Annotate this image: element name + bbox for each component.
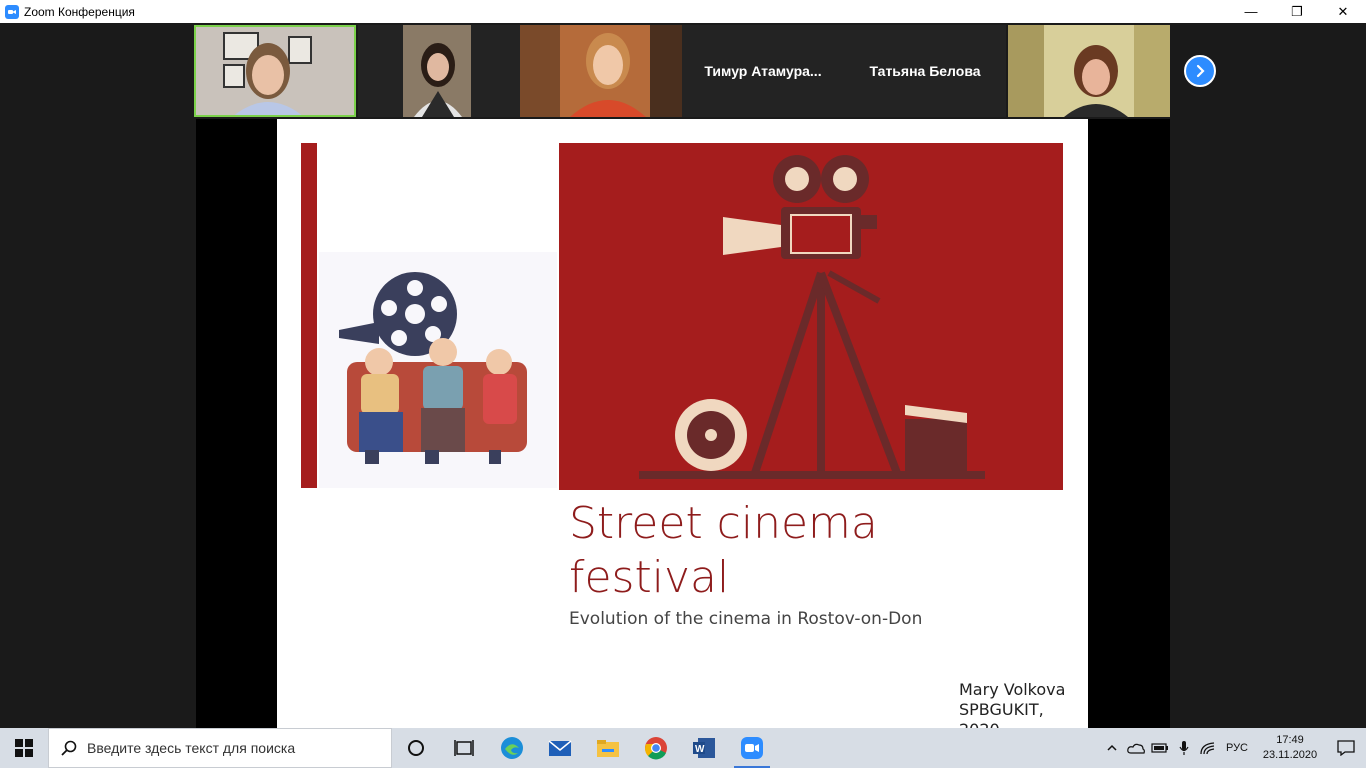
edge-button[interactable] [488, 728, 536, 768]
mail-button[interactable] [536, 728, 584, 768]
participant-tile-4[interactable]: Тимур Атамура... [682, 25, 844, 117]
slide-subtitle: Evolution of the cinema in Rostov-on-Don [569, 609, 923, 629]
slide-title-line-2: festival [569, 552, 730, 603]
chrome-icon [645, 737, 667, 760]
taskbar-search-box[interactable]: Введите здесь текст для поиска [48, 728, 392, 768]
restore-button[interactable]: ❐ [1274, 0, 1320, 23]
participant-tile-6[interactable] [1008, 25, 1170, 117]
participant-name: Тимур Атамура... [704, 63, 822, 79]
chevron-right-icon [1196, 64, 1205, 78]
chrome-button[interactable] [632, 728, 680, 768]
system-tray: РУС 17:49 23.11.2020 [1100, 728, 1366, 768]
word-button[interactable]: W [680, 728, 728, 768]
microphone-icon [1179, 741, 1189, 755]
participant-filmstrip: Тимур Атамура... Татьяна Белова [194, 25, 1170, 117]
show-hidden-icons-button[interactable] [1100, 728, 1124, 768]
slide-author: Mary Volkova SPBGUKIT, 2020 [959, 680, 1088, 728]
onedrive-button[interactable] [1124, 728, 1148, 768]
chevron-up-icon [1107, 744, 1117, 751]
word-icon: W [693, 738, 715, 758]
file-explorer-button[interactable] [584, 728, 632, 768]
task-view-button[interactable] [440, 728, 488, 768]
meeting-area: Тимур Атамура... Татьяна Белова Street c… [0, 23, 1366, 728]
cinema-audience-illustration [319, 252, 557, 488]
notification-icon [1337, 740, 1355, 756]
edge-icon [501, 737, 523, 759]
wifi-icon [1200, 742, 1215, 755]
participant-video-2 [358, 25, 520, 117]
mail-icon [548, 740, 572, 756]
slide-title-line-1: Street cinema [569, 498, 878, 549]
participant-tile-3[interactable] [520, 25, 682, 117]
participant-tile-1[interactable] [194, 25, 356, 117]
svg-text:W: W [695, 744, 705, 755]
movie-camera-illustration [559, 143, 1063, 490]
cloud-icon [1127, 743, 1145, 754]
taskbar-clock[interactable]: 17:49 23.11.2020 [1254, 733, 1326, 763]
task-view-icon [454, 740, 474, 756]
participant-video-1 [194, 25, 356, 117]
windows-taskbar: Введите здесь текст для поиска W РУС 17:… [0, 728, 1366, 768]
cortana-button[interactable] [392, 728, 440, 768]
participant-tile-5[interactable]: Татьяна Белова [844, 25, 1006, 117]
author-org: SPBGUKIT, 2020 [959, 700, 1044, 728]
clock-time: 17:49 [1276, 734, 1304, 746]
author-name: Mary Volkova [959, 680, 1066, 699]
next-page-button[interactable] [1184, 55, 1216, 87]
wifi-button[interactable] [1196, 728, 1220, 768]
file-explorer-icon [597, 740, 619, 757]
title-bar: Zoom Конференция — ❐ ✕ [0, 0, 1366, 23]
microphone-button[interactable] [1172, 728, 1196, 768]
close-button[interactable]: ✕ [1320, 0, 1366, 23]
participant-name: Татьяна Белова [869, 63, 981, 79]
minimize-button[interactable]: — [1228, 0, 1274, 23]
cortana-icon [408, 740, 424, 756]
zoom-icon [741, 737, 763, 759]
participant-tile-2[interactable] [358, 25, 520, 117]
windows-logo-icon [15, 739, 33, 757]
slide-title: Street cinema festival [569, 497, 878, 605]
participant-video-3 [520, 25, 682, 117]
zoom-taskbar-button[interactable] [728, 728, 776, 768]
notifications-button[interactable] [1326, 728, 1366, 768]
start-button[interactable] [0, 728, 48, 768]
battery-icon [1151, 743, 1168, 753]
zoom-app-icon [5, 4, 19, 19]
slide-accent-bar [301, 143, 317, 488]
participant-video-6 [1008, 25, 1170, 117]
clock-date: 23.11.2020 [1262, 749, 1318, 761]
window-title: Zoom Конференция [24, 4, 135, 19]
input-language-indicator[interactable]: РУС [1226, 742, 1248, 754]
search-placeholder: Введите здесь текст для поиска [87, 740, 296, 756]
battery-button[interactable] [1148, 728, 1172, 768]
search-icon [61, 740, 77, 756]
presentation-slide: Street cinema festival Evolution of the … [277, 119, 1088, 728]
